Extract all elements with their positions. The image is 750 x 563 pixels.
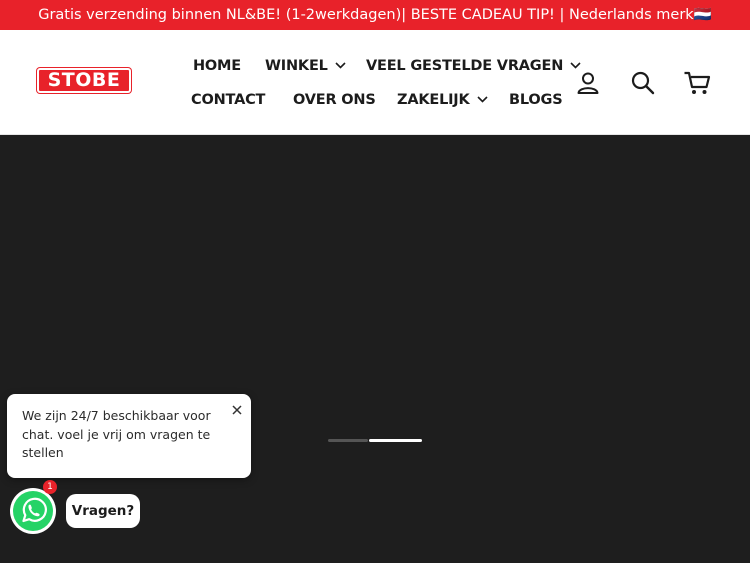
nav-contact[interactable]: CONTACT [191,90,265,110]
announcement-text: Gratis verzending binnen NL&BE! (1-2werk… [38,7,712,23]
nav-over-ons-label: OVER ONS [293,92,376,108]
stobe-logo[interactable]: STOBE [37,68,131,93]
close-icon[interactable] [231,401,243,415]
chevron-down-icon [335,55,346,75]
chevron-down-icon [476,89,488,109]
nav-contact-label: CONTACT [191,92,266,108]
site-header: STOBE HOME WINKEL VEEL GESTELDE VRAGEN C… [0,30,750,135]
nav-blogs-label: BLOGS [509,92,563,108]
nav-blogs[interactable]: BLOGS [509,90,563,110]
nav-faq[interactable]: VEEL GESTELDE VRAGEN [366,56,581,76]
nav-over-ons[interactable]: OVER ONS [293,90,376,110]
chat-message: We zijn 24/7 beschikbaar voor chat. voel… [22,408,211,460]
chat-popup: We zijn 24/7 beschikbaar voor chat. voel… [7,394,251,478]
nav-home[interactable]: HOME [193,56,241,76]
nav-home-label: HOME [193,58,241,74]
slide-dot[interactable] [328,439,368,442]
whatsapp-icon[interactable] [9,487,57,535]
nav-winkel[interactable]: WINKEL [265,56,346,76]
notification-badge: 1 [43,480,57,494]
cart-icon[interactable] [683,70,711,96]
user-icon[interactable] [575,70,603,96]
search-icon[interactable] [630,70,658,96]
announcement-bar: Gratis verzending binnen NL&BE! (1-2werk… [0,0,750,30]
vragen-button[interactable]: Vragen? [66,494,140,528]
nav-zakelijk-label: ZAKELIJK [397,92,470,108]
slide-dot-active[interactable] [369,439,422,442]
nav-winkel-label: WINKEL [265,58,328,74]
nav-faq-label: VEEL GESTELDE VRAGEN [366,58,564,74]
nav-zakelijk[interactable]: ZAKELIJK [397,90,488,110]
